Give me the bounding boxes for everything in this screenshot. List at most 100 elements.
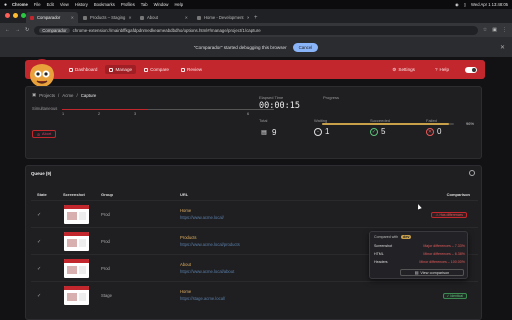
screenshot-thumbnail[interactable]	[64, 205, 89, 224]
app-root: Dashboard Manage Compare Review ⚙ Setting…	[0, 57, 512, 320]
row-url-link[interactable]: https://www.acme.local/	[180, 215, 224, 220]
site-chip[interactable]: Comparador	[39, 27, 70, 33]
nav-compare[interactable]: Compare	[140, 65, 173, 74]
address-url[interactable]: chrome-extension://mainbffkgafdpdnmedkea…	[73, 28, 261, 33]
tab-products-staging[interactable]: Products – Staging ✕	[79, 12, 135, 23]
menu-bookmarks[interactable]: Bookmarks	[94, 2, 115, 7]
menu-edit[interactable]: Edit	[47, 2, 54, 7]
bookmark-star-icon[interactable]: ☆	[483, 27, 487, 33]
history-icon[interactable]	[469, 170, 475, 176]
abort-label: Abort	[42, 132, 52, 136]
browser-menu-icon[interactable]: ⋮	[502, 27, 507, 33]
stat-waiting-value: 1	[325, 127, 330, 136]
tab-about[interactable]: About ✕	[136, 12, 192, 23]
row-url-link[interactable]: https://stage.acme.local/	[180, 296, 225, 301]
warning-icon: ⚠	[435, 213, 439, 217]
wifi-icon[interactable]: ◉	[455, 2, 459, 7]
screenshot-thumbnail[interactable]	[64, 286, 89, 305]
screenshot-thumbnail[interactable]	[64, 232, 89, 251]
browser-toolbar: ← → ↻ Comparador chrome-extension://main…	[0, 23, 512, 37]
forward-icon[interactable]: →	[15, 27, 20, 33]
abort-button[interactable]: ⊘ Abort	[32, 130, 56, 138]
review-icon	[181, 67, 185, 72]
menu-clock[interactable]: Wed Apr 1 13:48:05	[471, 2, 508, 7]
menu-help[interactable]: Help	[174, 2, 183, 7]
comparison-badge[interactable]: ⚠ Has differences	[431, 212, 467, 218]
zoom-window-button[interactable]	[21, 13, 26, 18]
tab-home-development[interactable]: Home - Development ✕	[193, 12, 249, 23]
menu-view[interactable]: View	[60, 2, 69, 7]
mascot-logo	[30, 59, 54, 87]
slider-tick: 1	[62, 112, 65, 116]
close-banner-icon[interactable]: ✕	[500, 44, 505, 51]
stat-waiting: · 1	[314, 127, 329, 136]
badge-label: Has differences	[439, 213, 464, 217]
row-group: Stage	[101, 293, 112, 298]
column-state: State	[37, 192, 47, 197]
cancel-debugging-button[interactable]: Cancel	[292, 42, 319, 52]
tab-close-icon[interactable]: ✕	[185, 15, 188, 20]
view-comparison-button[interactable]: ▤ View comparison	[400, 269, 464, 276]
breadcrumb-separator: /	[76, 92, 78, 98]
breadcrumb: ▣ Projects / Acme / Capture	[32, 92, 96, 98]
check-icon: ✓	[446, 294, 450, 298]
document-icon: ▤	[261, 129, 267, 136]
gear-icon: ⚙	[392, 66, 397, 72]
x-circle-icon: ✕	[426, 127, 434, 136]
debugging-message: "Comparador" started debugging this brow…	[193, 44, 287, 50]
tab-label: Products – Staging	[90, 15, 126, 20]
screenshot-thumbnail[interactable]	[64, 259, 89, 278]
nav-dashboard[interactable]: Dashboard	[65, 65, 101, 74]
popover-value: Minor differences – 100.00%	[419, 260, 465, 264]
document-icon: ▤	[414, 271, 419, 275]
debugging-banner: "Comparador" started debugging this brow…	[0, 37, 512, 57]
reload-icon[interactable]: ↻	[25, 27, 29, 33]
column-group: Group	[101, 192, 113, 197]
tab-close-icon[interactable]: ✕	[71, 15, 74, 20]
popover-key: Headers	[374, 260, 388, 264]
nav-review[interactable]: Review	[177, 65, 206, 74]
menu-profiles[interactable]: Profiles	[121, 2, 135, 7]
tab-close-icon[interactable]: ✕	[247, 15, 249, 20]
row-title: Products	[180, 235, 197, 240]
menu-file[interactable]: File	[34, 2, 41, 7]
apple-icon[interactable]: ●	[4, 2, 7, 8]
comparison-badge[interactable]: ✓Identical	[442, 293, 467, 299]
nav-settings[interactable]: ⚙ Settings	[388, 65, 419, 75]
slider-tick: 2	[98, 112, 101, 116]
nav-manage[interactable]: Manage	[105, 65, 137, 74]
row-url-link[interactable]: https://www.acme.local/products	[180, 242, 240, 247]
dashboard-icon	[69, 67, 73, 72]
close-window-button[interactable]	[5, 13, 10, 18]
menu-app-name[interactable]: Chrome	[12, 2, 28, 7]
row-url-link[interactable]: https://www.acme.local/about	[180, 269, 234, 274]
breadcrumb-projects[interactable]: Projects	[39, 93, 55, 98]
stop-icon: ⊘	[36, 132, 41, 137]
minimize-window-button[interactable]	[13, 13, 18, 18]
back-icon[interactable]: ←	[5, 27, 10, 33]
stat-total-value: 9	[272, 127, 277, 137]
check-circle-icon: ✓	[370, 127, 378, 136]
extensions-icon[interactable]: ▣	[492, 27, 497, 33]
progress-bar-fill	[322, 123, 449, 125]
tab-label: About	[147, 15, 158, 20]
new-tab-icon[interactable]: +	[254, 15, 258, 21]
breadcrumb-acme[interactable]: Acme	[62, 93, 73, 98]
tab-label: Comparador	[37, 15, 61, 20]
check-icon: ✓	[37, 239, 42, 245]
table-row[interactable]: ✓ Prod Home https://www.acme.local/ ⚠ Has…	[31, 200, 478, 227]
menu-tab[interactable]: Tab	[141, 2, 148, 7]
breadcrumb-capture: Capture	[80, 92, 97, 98]
address-bar[interactable]: Comparador chrome-extension://mainbffkga…	[34, 25, 478, 35]
menu-window[interactable]: Window	[154, 2, 169, 7]
battery-icon[interactable]: ▯	[464, 2, 466, 7]
nav-help[interactable]: ? Help	[431, 65, 453, 74]
menu-history[interactable]: History	[75, 2, 88, 7]
theme-toggle[interactable]	[465, 66, 477, 73]
table-row[interactable]: ✓ Stage Home https://stage.acme.local/ ✓…	[31, 281, 478, 308]
progress-percent: 96%	[466, 121, 475, 126]
comparison-popover: Compared with dev Screenshot Major diffe…	[369, 231, 468, 279]
stat-failed-value: 0	[437, 127, 442, 136]
tab-close-icon[interactable]: ✕	[128, 15, 131, 20]
tab-comparador[interactable]: Comparador ✕	[26, 12, 78, 23]
